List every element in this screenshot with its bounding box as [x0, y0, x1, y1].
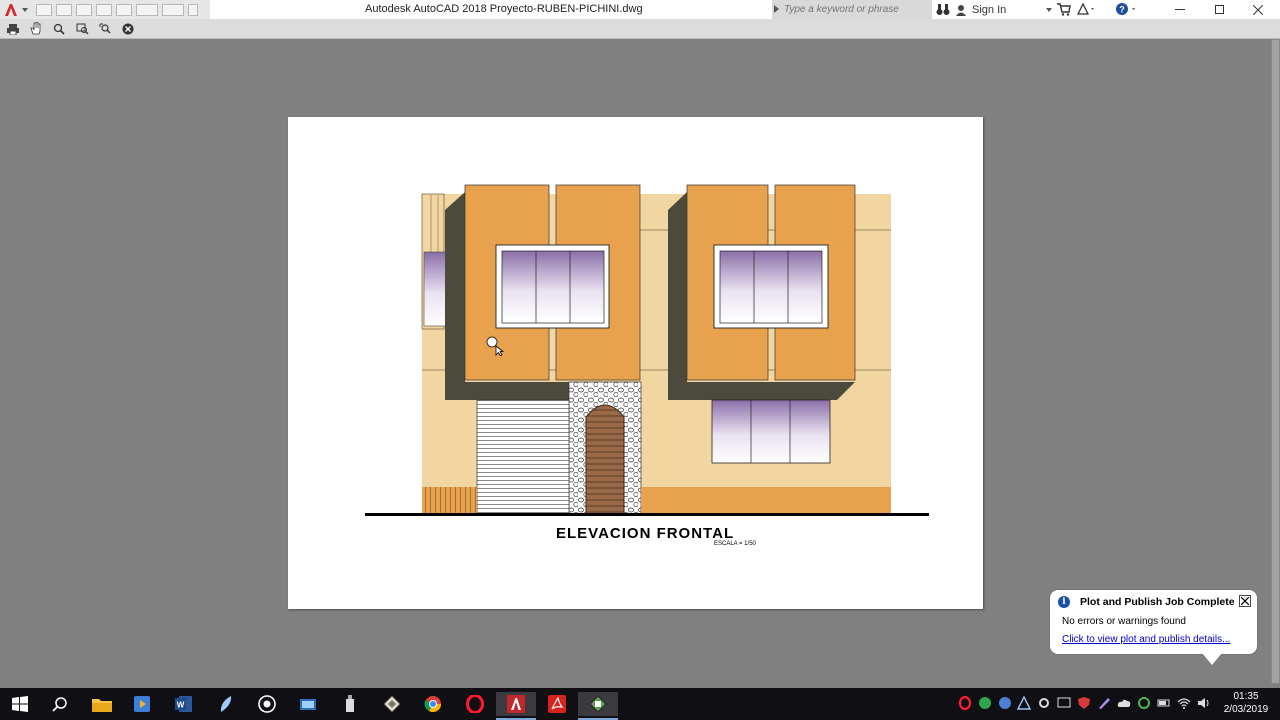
open-icon[interactable]	[56, 3, 72, 16]
capture-icon[interactable]	[247, 692, 287, 716]
media-icon[interactable]	[122, 692, 162, 716]
volume-tray-icon[interactable]	[1197, 696, 1211, 710]
lower-railing	[422, 487, 477, 514]
close-preview-icon[interactable]	[118, 21, 138, 37]
scrollbar-thumb[interactable]	[1272, 40, 1279, 683]
sketchup-icon[interactable]	[372, 692, 412, 716]
quick-access-toolbar	[0, 0, 210, 19]
pen-tray-icon[interactable]	[1097, 696, 1111, 710]
search-box[interactable]	[772, 0, 932, 19]
preview-toolbar	[0, 19, 1280, 39]
notification-title: Plot and Publish Job Complete	[1080, 596, 1235, 608]
plot-details-link[interactable]: Click to view plot and publish details..…	[1062, 634, 1230, 645]
sync-tray-icon[interactable]	[978, 696, 992, 710]
autocad-icon[interactable]	[496, 692, 536, 720]
user-icon	[956, 4, 966, 16]
upper-window-left	[501, 250, 605, 324]
usb-icon[interactable]	[330, 692, 370, 716]
close-button[interactable]	[1240, 0, 1276, 19]
cloud-tray-icon[interactable]	[1117, 696, 1131, 710]
entry-door	[585, 404, 625, 515]
ground-line	[365, 513, 929, 516]
minimize-button[interactable]	[1162, 0, 1198, 19]
opera-tray-icon[interactable]	[958, 695, 972, 711]
drawing-scale: ESCALA = 1/50	[714, 541, 756, 547]
upper-window-right	[719, 250, 823, 324]
restore-button[interactable]	[1201, 0, 1237, 19]
lower-window	[711, 399, 831, 464]
taskbar-clock[interactable]: 01:35 2/03/2019	[1218, 690, 1274, 716]
window-title: Autodesk AutoCAD 2018 Proyecto-RUBEN-PIC…	[365, 3, 643, 15]
zoom-window-icon[interactable]	[72, 21, 92, 37]
lower-band	[641, 487, 891, 514]
settings-tray-icon[interactable]	[1037, 696, 1051, 710]
svg-text:W: W	[177, 701, 185, 710]
battery-tray-icon[interactable]	[1157, 696, 1171, 710]
sign-in-menu[interactable]: Sign In	[955, 0, 1053, 19]
autocad-plot-icon[interactable]	[578, 692, 618, 720]
pan-hand-icon[interactable]	[26, 21, 46, 37]
notification-message: No errors or warnings found	[1062, 616, 1186, 627]
network-app-tray-icon[interactable]	[1137, 696, 1151, 710]
chevron-down-icon	[1046, 7, 1053, 12]
sign-in-label: Sign In	[972, 3, 1007, 16]
display-tray-icon[interactable]	[1057, 696, 1071, 710]
remote-icon[interactable]	[288, 692, 328, 716]
zoom-icon[interactable]	[49, 21, 69, 37]
save-as-icon[interactable]	[96, 3, 112, 16]
plot-preview-sheet[interactable]: ELEVACION FRONTAL ESCALA = 1/50	[288, 117, 983, 609]
feather-icon[interactable]	[206, 692, 246, 716]
start-icon[interactable]	[0, 692, 40, 716]
word-icon[interactable]: W	[164, 692, 204, 716]
browser-tray-icon[interactable]	[998, 696, 1012, 710]
close-notification-button[interactable]	[1239, 595, 1251, 607]
opera-icon[interactable]	[455, 692, 495, 716]
shield-tray-icon[interactable]	[1077, 696, 1091, 710]
info-icon: i	[1058, 596, 1070, 608]
svg-text:?: ?	[1119, 5, 1125, 15]
title-bar: Autodesk AutoCAD 2018 Proyecto-RUBEN-PIC…	[0, 0, 1280, 19]
wifi-tray-icon[interactable]	[1177, 696, 1191, 710]
plot-publish-notification: i Plot and Publish Job Complete No error…	[1049, 589, 1258, 665]
expand-arrow-icon[interactable]	[774, 5, 779, 13]
vertical-scrollbar[interactable]	[1271, 39, 1280, 684]
undo-icon[interactable]	[136, 3, 158, 16]
autocad-logo-icon[interactable]	[0, 0, 22, 19]
plot-icon[interactable]	[116, 3, 132, 16]
autodesk-tray-icon[interactable]	[1016, 695, 1032, 710]
garage-shutter	[476, 399, 570, 515]
taskbar: W	[0, 688, 1280, 720]
file-explorer-icon[interactable]	[82, 692, 122, 716]
clock-date: 2/03/2019	[1223, 704, 1269, 715]
print-icon[interactable]	[3, 21, 23, 37]
chrome-icon[interactable]	[413, 692, 453, 716]
new-icon[interactable]	[36, 3, 52, 16]
search-icon[interactable]	[40, 692, 80, 716]
acrobat-icon[interactable]	[537, 692, 577, 716]
redo-icon[interactable]	[162, 3, 184, 16]
drawing-title: ELEVACION FRONTAL	[556, 525, 735, 542]
search-input[interactable]	[784, 2, 924, 16]
app-menu-arrow-icon[interactable]	[22, 7, 28, 12]
customize-qat-icon[interactable]	[188, 3, 198, 16]
zoom-original-icon[interactable]	[95, 21, 115, 37]
clock-time: 01:35	[1233, 691, 1259, 702]
notification-tail	[1202, 653, 1222, 665]
zoom-cursor-icon	[486, 336, 506, 361]
save-icon[interactable]	[76, 3, 92, 16]
